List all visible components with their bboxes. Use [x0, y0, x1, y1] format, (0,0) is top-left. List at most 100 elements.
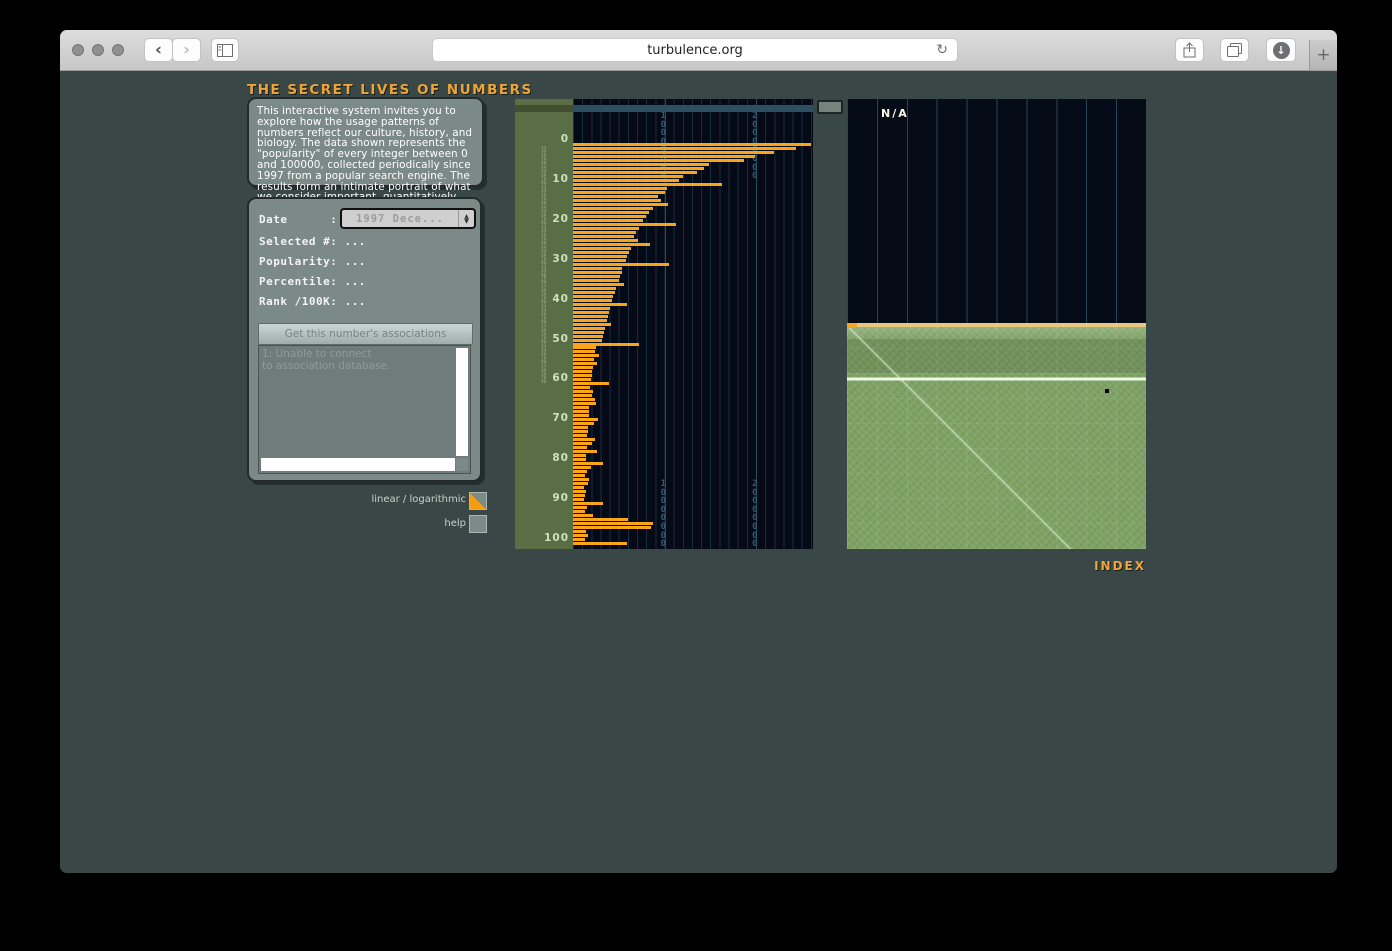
share-button[interactable] [1175, 38, 1204, 62]
bar-row[interactable] [573, 327, 605, 330]
bar-row[interactable] [573, 275, 620, 278]
bar-row[interactable] [573, 219, 643, 222]
bar-row[interactable] [573, 339, 602, 342]
bar-row[interactable] [573, 346, 596, 349]
bar-row[interactable] [573, 366, 593, 369]
bar-row[interactable] [573, 191, 665, 194]
bar-row[interactable] [573, 331, 604, 334]
reload-icon[interactable]: ↻ [936, 42, 948, 58]
bar-row[interactable] [573, 207, 653, 210]
bar-row[interactable] [573, 358, 594, 361]
bar-row[interactable] [573, 303, 627, 306]
bar-row[interactable] [573, 486, 584, 489]
bar-row[interactable] [573, 414, 589, 417]
downloads-button[interactable]: ↓ [1266, 38, 1296, 62]
bar-row[interactable] [573, 354, 599, 357]
bar-row[interactable] [573, 203, 668, 206]
bar-row[interactable] [573, 143, 811, 146]
bar-row[interactable] [573, 542, 627, 545]
bar-row[interactable] [573, 163, 709, 166]
bar-row[interactable] [573, 295, 613, 298]
bar-row[interactable] [573, 534, 588, 537]
bar-row[interactable] [573, 167, 704, 170]
minimize-window-button[interactable] [92, 44, 104, 56]
bar-row[interactable] [573, 430, 588, 433]
vertical-scrollbar[interactable] [456, 348, 468, 456]
bar-row[interactable] [573, 394, 592, 397]
bar-row[interactable] [573, 386, 590, 389]
bar-row[interactable] [573, 422, 594, 425]
bar-row[interactable] [573, 446, 587, 449]
zoom-window-button[interactable] [112, 44, 124, 56]
bar-row[interactable] [573, 155, 755, 158]
bar-row[interactable] [573, 538, 585, 541]
bar-row[interactable] [573, 159, 744, 162]
y-axis-strip[interactable]: 0102030405060708090100 12345678901234567… [515, 99, 573, 549]
bar-row[interactable] [573, 195, 658, 198]
bar-row[interactable] [573, 231, 636, 234]
bar-row[interactable] [573, 362, 597, 365]
bar-row[interactable] [573, 299, 612, 302]
index-panel[interactable]: N/A [847, 99, 1146, 549]
bar-row[interactable] [573, 283, 624, 286]
bar-row[interactable] [573, 279, 619, 282]
bar-row[interactable] [573, 514, 593, 517]
bar-row[interactable] [573, 406, 589, 409]
bar-row[interactable] [573, 470, 587, 473]
bar-row[interactable] [573, 215, 646, 218]
linear-logarithmic-toggle[interactable] [469, 492, 487, 510]
bar-row[interactable] [573, 315, 608, 318]
forward-button[interactable]: › [172, 38, 201, 62]
address-bar[interactable]: turbulence.org ↻ [432, 38, 958, 62]
bar-row[interactable] [573, 255, 627, 258]
bar-row[interactable] [573, 187, 667, 190]
bar-plot-area[interactable]: 10000000100000002000000020000000 [573, 99, 813, 549]
bar-row[interactable] [573, 151, 774, 154]
bar-row[interactable] [573, 458, 586, 461]
bar-row[interactable] [573, 287, 616, 290]
bar-row[interactable] [573, 522, 653, 525]
bar-row[interactable] [573, 454, 586, 457]
bar-row[interactable] [573, 239, 638, 242]
bar-row[interactable] [573, 410, 589, 413]
bar-row[interactable] [573, 147, 796, 150]
bar-row[interactable] [573, 311, 609, 314]
bar-row[interactable] [573, 263, 669, 266]
index-heatmap[interactable] [847, 327, 1146, 549]
bar-row[interactable] [573, 438, 595, 441]
bar-row[interactable] [573, 490, 586, 493]
bar-row[interactable] [573, 271, 622, 274]
close-window-button[interactable] [72, 44, 84, 56]
bar-row[interactable] [573, 474, 585, 477]
bar-row[interactable] [573, 350, 595, 353]
bar-row[interactable] [573, 462, 603, 465]
bar-row[interactable] [573, 183, 722, 186]
date-dropdown[interactable]: 1997 Dece... ▲▼ [340, 208, 476, 229]
bar-row[interactable] [573, 335, 603, 338]
bar-row[interactable] [573, 179, 679, 182]
mini-gray-box[interactable] [817, 100, 843, 114]
bar-row[interactable] [573, 426, 588, 429]
bar-row[interactable] [573, 390, 593, 393]
bar-row[interactable] [573, 482, 588, 485]
bar-row[interactable] [573, 211, 649, 214]
bar-row[interactable] [573, 498, 584, 501]
bar-row[interactable] [573, 251, 629, 254]
bar-row[interactable] [573, 343, 639, 346]
bar-row[interactable] [573, 530, 586, 533]
bar-row[interactable] [573, 243, 650, 246]
bar-row[interactable] [573, 442, 592, 445]
bar-row[interactable] [573, 199, 661, 202]
bar-row[interactable] [573, 398, 595, 401]
bar-row[interactable] [573, 378, 591, 381]
help-button[interactable] [469, 515, 487, 533]
tab-overview-button[interactable] [1220, 38, 1249, 62]
bar-row[interactable] [573, 259, 626, 262]
bar-row[interactable] [573, 526, 651, 529]
bar-row[interactable] [573, 502, 603, 505]
bar-row[interactable] [573, 382, 609, 385]
bar-row[interactable] [573, 510, 585, 513]
bar-row[interactable] [573, 247, 631, 250]
bar-row[interactable] [573, 323, 611, 326]
bar-row[interactable] [573, 402, 596, 405]
